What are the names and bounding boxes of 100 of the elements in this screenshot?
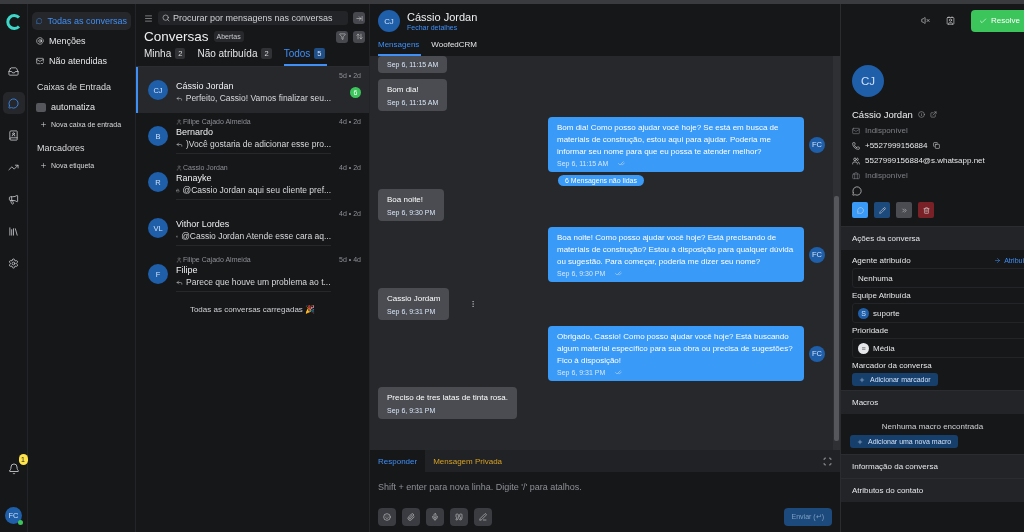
contact-company: Indisponível	[865, 171, 908, 180]
contact-name: Bernardo	[176, 127, 215, 137]
list-footer: Todas as conversas carregadas 🎉	[136, 297, 369, 322]
scrollbar[interactable]	[833, 56, 840, 450]
signature-icon	[479, 513, 487, 521]
message-preview: )Você gostaria de adicionar esse pro...	[176, 139, 332, 149]
filter-button[interactable]	[336, 30, 348, 43]
chat-icon	[856, 206, 864, 214]
chat-icon	[8, 97, 19, 109]
contact-icon	[946, 16, 956, 25]
mute-icon	[921, 16, 931, 25]
contact-name: Vithor Lordes	[176, 219, 231, 229]
collapse-icon	[355, 14, 363, 22]
section-header[interactable]: Macros	[841, 390, 1024, 414]
users-icon	[852, 156, 860, 165]
logo-icon	[5, 14, 22, 30]
mail-icon	[852, 126, 860, 135]
sidebar-item[interactable]: Menções	[32, 32, 131, 50]
field-label: Agente atribuído	[852, 256, 911, 265]
collapse-button[interactable]	[353, 12, 365, 24]
inbox-item[interactable]: automatiza	[32, 98, 131, 116]
composer-tab[interactable]: Mensagem Privada	[425, 450, 511, 472]
attach-icon	[407, 513, 415, 521]
message-preview: Perfeito, Cassio! Vamos finalizar seu...	[176, 93, 332, 103]
section-title: Marcadores	[36, 142, 86, 155]
message-text: Bom dia! Como posso ajudar você hoje? Se está em busca de materiais de construção, estou aqui para ajudar. Poderia me informar seu nome para que eu possa te atender melhor?	[557, 122, 780, 158]
bell-icon	[7, 463, 20, 475]
message-preview: Parece que houve um problema ao t...	[176, 277, 332, 287]
section-header[interactable]: Informação da conversa	[841, 454, 1024, 478]
select-field[interactable]: Nenhuma	[852, 268, 1024, 288]
contact-name: Ranayke	[176, 173, 213, 183]
contact-phone: +5527999156884	[865, 141, 928, 150]
trash-icon	[922, 206, 930, 214]
contact-name: Cássio Jordan	[176, 81, 235, 91]
sidebar-item[interactable]: Não atendidas	[32, 52, 131, 70]
mic-icon	[431, 513, 439, 521]
toolbar-button[interactable]	[450, 508, 468, 526]
phone-icon	[852, 141, 860, 150]
expand-icon	[823, 456, 832, 466]
contact-name: Cássio Jordan	[407, 11, 478, 23]
list-title: Conversas	[144, 29, 209, 44]
external-link-icon	[929, 111, 937, 118]
message-text: Cassio Jordam	[387, 293, 441, 305]
field-label: Marcador da conversa	[852, 361, 933, 370]
toolbar-button[interactable]	[402, 508, 420, 526]
message-text: Bom dia!	[387, 84, 420, 96]
plus-icon	[40, 162, 47, 169]
read-icon	[618, 160, 626, 167]
search-icon	[162, 14, 170, 22]
contact-avatar: CJ	[852, 65, 884, 97]
section-header[interactable]: Atributos do contato	[841, 478, 1024, 502]
settings-icon	[8, 257, 19, 269]
delete-button[interactable]	[918, 202, 934, 218]
sort-button[interactable]	[353, 30, 365, 43]
at-icon	[36, 37, 44, 45]
composer-tab[interactable]: Responder	[370, 450, 426, 472]
contact-name: Filipe	[176, 265, 199, 275]
mail-icon	[36, 57, 44, 65]
briefcase-icon	[852, 171, 860, 180]
nav-button[interactable]	[2, 92, 25, 114]
search-field[interactable]: Procurar por mensagens nas conversas	[158, 11, 348, 25]
sort-icon	[355, 33, 363, 40]
sidebar-item[interactable]: Todas as conversas	[32, 12, 131, 30]
message-text: Boa noite!	[387, 194, 425, 206]
message-text: Obrigado, Cassio! Como posso ajudar você hoje? Está buscando algum material específico para sua obra ou precisa de sugestões? Fico à disposição!	[557, 331, 794, 367]
contacts-icon	[8, 129, 19, 141]
quote-icon	[455, 513, 463, 521]
toolbar-button[interactable]	[378, 508, 396, 526]
section-title: Caixas de Entrada	[36, 81, 113, 94]
field-label: Equipe Atribuída	[852, 291, 911, 300]
toolbar-button[interactable]	[426, 508, 444, 526]
tab[interactable]: WoofedCRM	[431, 36, 479, 56]
plus-icon	[857, 438, 863, 445]
reply-icon	[176, 94, 183, 102]
contact-identifier: 5527999156884@s.whatsapp.net	[865, 156, 985, 165]
message-text: Preciso de tres latas de tinta rosa.	[387, 392, 508, 404]
field-label: Prioridade	[852, 326, 889, 335]
toolbar-button[interactable]	[474, 508, 492, 526]
library-icon	[8, 225, 19, 237]
edit-button[interactable]	[874, 202, 890, 218]
info-icon	[917, 111, 925, 118]
chat-icon	[36, 17, 43, 25]
pencil-icon	[878, 206, 886, 214]
contact-name: Cássio Jordan	[852, 109, 913, 120]
message-preview: @Cassio Jordan Atende esse cara aq...	[176, 231, 332, 241]
filter-icon	[338, 33, 346, 40]
message-text: Boa noite! Como posso ajudar você hoje? Está precisando de materiais de construção? Estou à disposição para qualquer dúvida ou sugestão. Para começar, poderia me dizer seu nome?	[557, 232, 795, 268]
check-icon	[979, 16, 988, 25]
arrow-icon	[994, 257, 1002, 264]
section-header[interactable]: Ações da conversa	[841, 226, 1024, 250]
message-preview: @Cassio Jordan aqui seu cliente pref...	[176, 185, 332, 195]
menu-icon	[144, 13, 153, 23]
emoji-icon	[383, 513, 391, 521]
chevrons-icon	[900, 206, 908, 214]
reply-icon	[176, 278, 183, 286]
megaphone-icon	[8, 193, 19, 205]
plus-icon	[859, 376, 865, 383]
empty-message: Nenhuma macro encontrada	[880, 421, 985, 433]
read-icon	[615, 369, 623, 376]
contact-email: Indisponível	[865, 126, 908, 135]
